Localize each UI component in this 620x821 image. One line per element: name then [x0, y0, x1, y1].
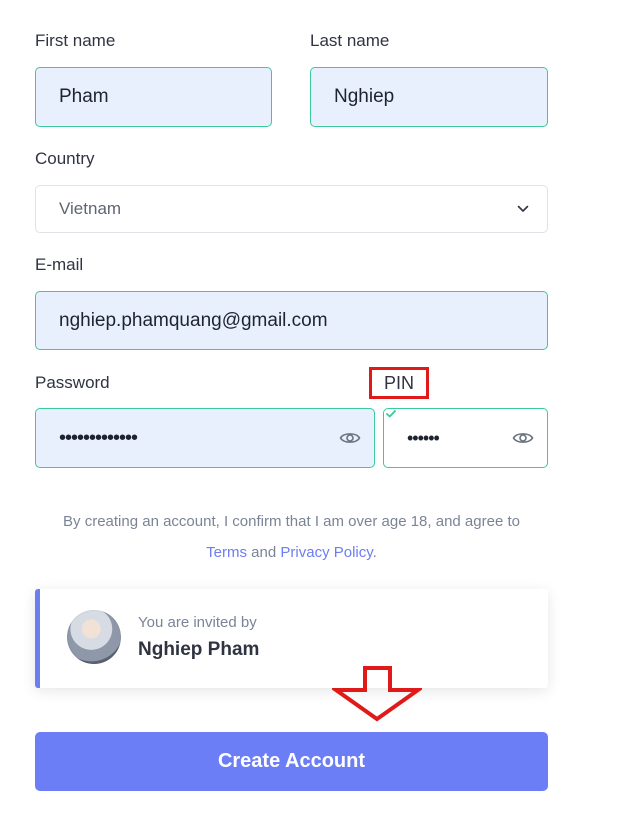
eye-icon[interactable] [512, 430, 534, 446]
email-input[interactable]: nghiep.phamquang@gmail.com [35, 291, 548, 350]
first-name-input[interactable]: Pham [35, 67, 272, 127]
terms-notice-links: Terms and Privacy Policy. [35, 544, 548, 561]
email-value: nghiep.phamquang@gmail.com [59, 309, 328, 331]
country-value: Vietnam [59, 199, 122, 218]
create-account-button[interactable]: Create Account [35, 732, 548, 791]
password-mask: ••••••••••••• [59, 426, 138, 449]
terms-notice-text: By creating an account, I confirm that I… [63, 513, 520, 530]
pin-label-highlight: PIN [369, 367, 429, 399]
checkmark-icon [386, 410, 396, 418]
email-label: E-mail [35, 255, 84, 274]
country-select[interactable]: Vietnam [35, 185, 548, 233]
last-name-value: Nghiep [334, 86, 395, 107]
avatar [67, 610, 121, 664]
pin-input[interactable]: •••••• [383, 408, 548, 468]
terms-notice: By creating an account, I confirm that I… [35, 513, 548, 530]
first-name-value: Pham [59, 86, 109, 107]
last-name-label: Last name [310, 31, 390, 50]
privacy-policy-link[interactable]: Privacy Policy [280, 544, 372, 561]
eye-icon[interactable] [339, 430, 361, 446]
password-input[interactable]: ••••••••••••• [35, 408, 375, 468]
first-name-label: First name [35, 31, 116, 50]
down-arrow-annotation-icon [332, 666, 422, 722]
password-label: Password [35, 373, 110, 392]
pin-mask: •••••• [407, 427, 440, 448]
inviter-name: Nghiep Pham [138, 639, 260, 660]
pin-label: PIN [383, 372, 414, 393]
terms-link[interactable]: Terms [206, 544, 247, 561]
and-text: and [247, 544, 281, 561]
country-label: Country [35, 149, 95, 168]
period-text: . [372, 544, 377, 561]
invite-caption: You are invited by [138, 614, 257, 631]
create-account-label: Create Account [217, 750, 366, 772]
chevron-down-icon [517, 205, 529, 212]
last-name-input[interactable]: Nghiep [310, 67, 548, 127]
